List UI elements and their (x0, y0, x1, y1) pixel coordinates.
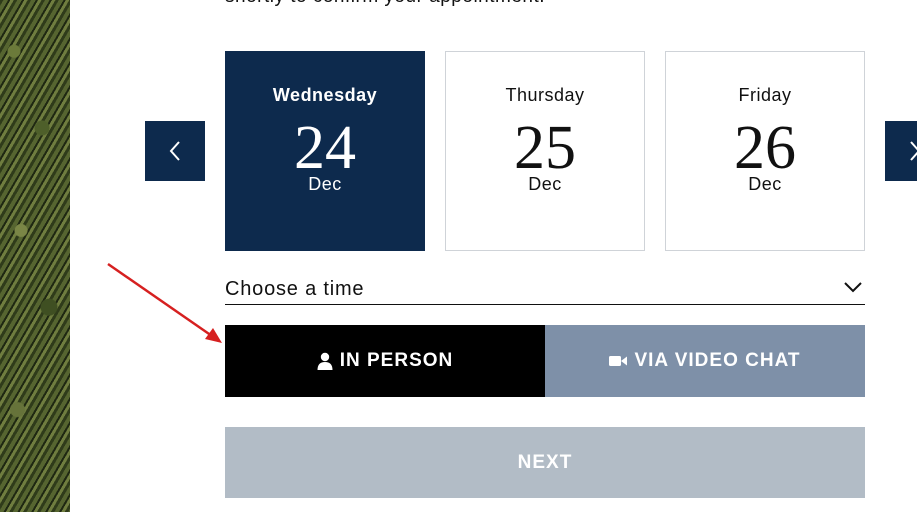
annotation-arrow-icon (107, 262, 222, 343)
